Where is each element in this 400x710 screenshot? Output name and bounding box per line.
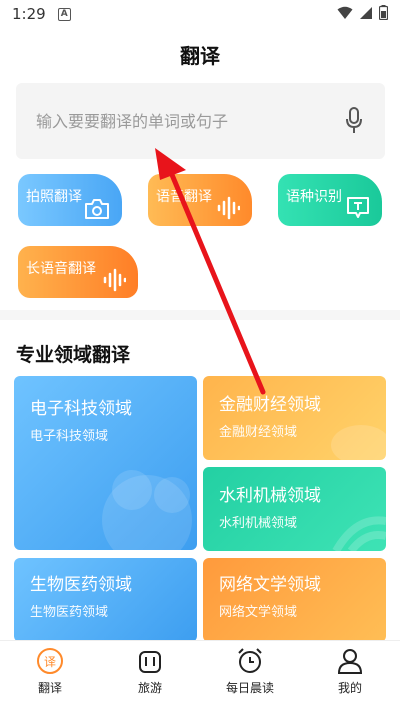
status-bar: 1:29 A <box>0 0 400 28</box>
luggage-icon <box>139 651 161 673</box>
signal-icon <box>360 6 372 19</box>
card-title: 生物医药领域 <box>30 575 132 595</box>
nav-item-travel[interactable]: 旅游 <box>100 641 200 710</box>
nav-label: 翻译 <box>37 681 62 695</box>
wifi-icon <box>337 6 353 19</box>
photo-translate-button[interactable]: 拍照翻译 <box>18 174 122 226</box>
translate-input-box[interactable] <box>16 83 385 159</box>
page-title: 翻译 <box>180 44 220 68</box>
notification-a-icon: A <box>57 7 71 21</box>
voice-wave-icon <box>217 196 240 220</box>
long-voice-translate-button[interactable]: 长语音翻译 <box>18 246 138 298</box>
translate-icon: 译 <box>37 648 63 674</box>
feature-label: 拍照翻译 <box>26 189 82 205</box>
alarm-clock-icon <box>238 648 262 673</box>
nav-item-daily-reading[interactable]: 每日晨读 <box>200 641 300 710</box>
voice-wave-icon <box>103 268 126 292</box>
status-icons <box>337 5 388 20</box>
domain-card-electronics[interactable]: 电子科技领域 电子科技领域 <box>14 376 197 550</box>
feature-label: 长语音翻译 <box>26 261 96 277</box>
translate-input[interactable] <box>36 111 326 131</box>
battery-icon <box>379 5 388 20</box>
nav-item-translate[interactable]: 译 翻译 <box>0 641 100 710</box>
status-time: 1:29 <box>12 5 46 23</box>
bottom-nav: 译 翻译 旅游 每日晨读 我的 <box>0 640 400 710</box>
language-detect-button[interactable]: 语种识别 <box>278 174 382 226</box>
domain-card-finance[interactable]: 金融财经领域 金融财经领域 <box>203 376 386 460</box>
card-subtitle: 生物医药领域 <box>30 605 109 620</box>
camera-icon <box>85 199 109 219</box>
nav-item-profile[interactable]: 我的 <box>300 641 400 710</box>
cloud-decoration-icon <box>102 470 192 550</box>
domain-card-water-machinery[interactable]: 水利机械领域 水利机械领域 <box>203 467 386 551</box>
svg-text:译: 译 <box>44 655 56 669</box>
feature-label: 语音翻译 <box>156 189 212 205</box>
coin-decoration-icon <box>331 425 386 460</box>
microphone-icon[interactable] <box>345 107 363 135</box>
text-bubble-icon <box>347 197 369 218</box>
section-title: 专业领域翻译 <box>16 344 131 366</box>
card-title: 网络文学领域 <box>219 575 321 595</box>
domain-card-biomedicine[interactable]: 生物医药领域 生物医药领域 <box>14 558 197 642</box>
card-title: 电子科技领域 <box>30 399 132 419</box>
voice-translate-button[interactable]: 语音翻译 <box>148 174 252 226</box>
nav-label: 每日晨读 <box>225 681 274 695</box>
nav-label: 我的 <box>337 681 362 695</box>
nav-label: 旅游 <box>137 681 162 695</box>
wave-decoration-icon <box>332 516 386 551</box>
feature-label: 语种识别 <box>286 189 342 205</box>
domain-card-web-literature[interactable]: 网络文学领域 网络文学领域 <box>203 558 386 642</box>
user-icon <box>337 649 363 674</box>
card-subtitle: 网络文学领域 <box>219 605 298 620</box>
section-divider <box>0 310 400 320</box>
